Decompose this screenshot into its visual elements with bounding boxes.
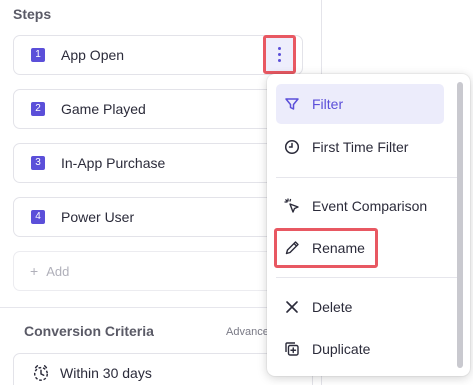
step-label: Game Played (61, 101, 146, 117)
cursor-sparkle-icon (283, 197, 301, 215)
step-row-2[interactable]: 2 Game Played (13, 89, 303, 129)
menu-item-label: Event Comparison (312, 198, 428, 214)
timer-icon (33, 365, 49, 381)
conversion-window-label: Within 30 days (60, 365, 152, 381)
step-row-4[interactable]: 4 Power User (13, 197, 303, 237)
add-step-button[interactable]: + Add (13, 251, 303, 291)
menu-item-delete[interactable]: Delete (276, 287, 444, 327)
step-options-menu: Filter First Time Filter Event Compariso… (267, 74, 470, 376)
menu-item-label: First Time Filter (312, 139, 409, 155)
step-row-1[interactable]: 1 App Open (13, 35, 303, 75)
conversion-criteria-title: Conversion Criteria (24, 323, 154, 339)
menu-item-label: Delete (312, 299, 353, 315)
add-step-label: Add (46, 263, 70, 279)
rename-highlight-box (274, 228, 378, 268)
clock-icon (283, 138, 301, 156)
steps-section-title: Steps (13, 6, 52, 22)
step-label: App Open (61, 47, 125, 63)
filter-icon (283, 95, 301, 113)
step-number-badge: 3 (31, 156, 45, 170)
menu-item-duplicate[interactable]: Duplicate (276, 329, 444, 369)
step-number-badge: 1 (31, 48, 45, 62)
menu-item-filter[interactable]: Filter (276, 84, 444, 124)
menu-item-first-time-filter[interactable]: First Time Filter (276, 127, 444, 167)
menu-scrollbar[interactable] (457, 82, 463, 368)
menu-separator (276, 177, 457, 178)
advanced-link[interactable]: Advance (226, 326, 269, 338)
menu-item-label: Filter (312, 96, 344, 112)
menu-item-event-comparison[interactable]: Event Comparison (276, 186, 444, 226)
close-icon (283, 298, 301, 316)
step-options-button[interactable] (263, 35, 296, 74)
step-row-3[interactable]: 3 In-App Purchase (13, 143, 303, 183)
step-label: In-App Purchase (61, 155, 166, 171)
menu-item-label: Duplicate (312, 341, 371, 357)
kebab-icon (278, 47, 281, 62)
duplicate-icon (283, 340, 301, 358)
plus-icon: + (30, 263, 39, 279)
step-number-badge: 2 (31, 102, 45, 116)
menu-separator (276, 277, 457, 278)
step-number-badge: 4 (31, 210, 45, 224)
step-label: Power User (61, 209, 135, 225)
